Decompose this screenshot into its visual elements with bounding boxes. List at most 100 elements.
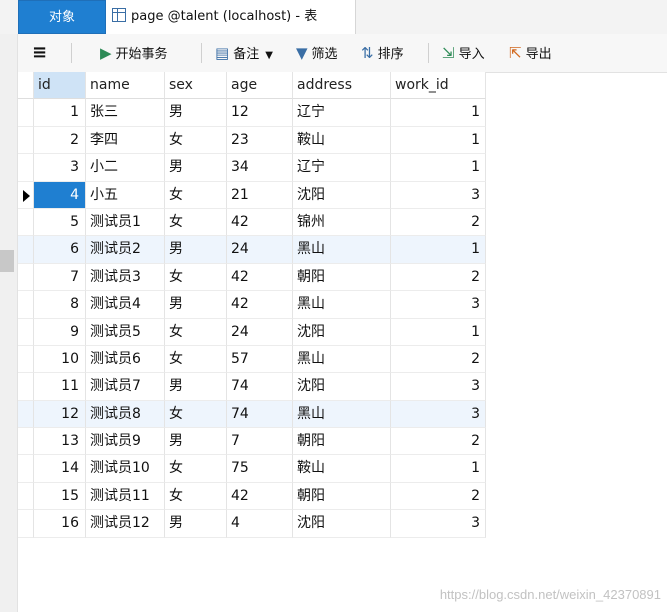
cell-age[interactable]: 42 — [227, 263, 293, 292]
row-indicator[interactable] — [18, 291, 34, 319]
cell-id[interactable]: 3 — [34, 154, 86, 182]
cell-age[interactable]: 23 — [227, 126, 293, 155]
cell-age[interactable]: 4 — [227, 510, 293, 538]
cell-age[interactable]: 7 — [227, 428, 293, 456]
cell-address[interactable]: 黑山 — [293, 345, 391, 374]
column-header-age[interactable]: age — [227, 72, 293, 100]
cell-address[interactable]: 黑山 — [293, 236, 391, 264]
cell-work-id[interactable]: 3 — [391, 510, 486, 538]
cell-name[interactable]: 测试员2 — [86, 236, 165, 264]
row-indicator[interactable] — [18, 455, 34, 483]
cell-address[interactable]: 沈阳 — [293, 373, 391, 401]
cell-sex[interactable]: 女 — [165, 318, 227, 346]
export-button[interactable]: ⇱ 导出 — [509, 34, 552, 72]
cell-id[interactable]: 11 — [34, 373, 86, 401]
row-indicator[interactable] — [18, 510, 34, 538]
cell-age[interactable]: 74 — [227, 400, 293, 429]
cell-address[interactable]: 沈阳 — [293, 181, 391, 209]
cell-name[interactable]: 张三 — [86, 99, 165, 127]
cell-age[interactable]: 24 — [227, 318, 293, 346]
cell-id[interactable]: 4 — [34, 181, 86, 209]
row-indicator[interactable] — [18, 208, 34, 237]
cell-age[interactable]: 42 — [227, 482, 293, 511]
menu-icon[interactable]: ≡ — [32, 34, 47, 72]
cell-age[interactable]: 24 — [227, 236, 293, 264]
row-indicator[interactable] — [18, 318, 34, 346]
row-indicator[interactable] — [18, 154, 34, 182]
cell-id[interactable]: 5 — [34, 208, 86, 237]
cell-id[interactable]: 7 — [34, 263, 86, 292]
cell-name[interactable]: 测试员5 — [86, 318, 165, 346]
cell-id[interactable]: 1 — [34, 99, 86, 127]
cell-sex[interactable]: 女 — [165, 345, 227, 374]
row-indicator[interactable] — [18, 236, 34, 264]
cell-name[interactable]: 测试员12 — [86, 510, 165, 538]
cell-name[interactable]: 测试员11 — [86, 482, 165, 511]
cell-name[interactable]: 小二 — [86, 154, 165, 182]
row-indicator[interactable] — [18, 126, 34, 155]
cell-sex[interactable]: 女 — [165, 455, 227, 483]
cell-sex[interactable]: 男 — [165, 373, 227, 401]
cell-address[interactable]: 鞍山 — [293, 455, 391, 483]
tab-table-page[interactable]: page @talent (localhost) - 表 — [106, 0, 356, 34]
row-indicator[interactable] — [18, 373, 34, 401]
cell-work-id[interactable]: 2 — [391, 208, 486, 237]
cell-sex[interactable]: 女 — [165, 263, 227, 292]
row-indicator[interactable] — [18, 428, 34, 456]
cell-age[interactable]: 34 — [227, 154, 293, 182]
row-indicator[interactable] — [18, 482, 34, 511]
cell-work-id[interactable]: 3 — [391, 373, 486, 401]
cell-address[interactable]: 鞍山 — [293, 126, 391, 155]
cell-work-id[interactable]: 3 — [391, 181, 486, 209]
column-header-sex[interactable]: sex — [165, 72, 227, 100]
cell-name[interactable]: 李四 — [86, 126, 165, 155]
cell-name[interactable]: 测试员1 — [86, 208, 165, 237]
cell-work-id[interactable]: 3 — [391, 291, 486, 319]
cell-address[interactable]: 朝阳 — [293, 428, 391, 456]
cell-name[interactable]: 小五 — [86, 181, 165, 209]
cell-age[interactable]: 42 — [227, 208, 293, 237]
cell-age[interactable]: 74 — [227, 373, 293, 401]
cell-sex[interactable]: 女 — [165, 482, 227, 511]
cell-address[interactable]: 沈阳 — [293, 510, 391, 538]
cell-work-id[interactable]: 3 — [391, 400, 486, 429]
cell-work-id[interactable]: 1 — [391, 455, 486, 483]
note-button[interactable]: ▤ 备注 ▼ — [215, 34, 273, 72]
cell-sex[interactable]: 男 — [165, 154, 227, 182]
cell-age[interactable]: 12 — [227, 99, 293, 127]
sort-button[interactable]: ⇅ 排序 — [361, 34, 404, 72]
cell-name[interactable]: 测试员9 — [86, 428, 165, 456]
cell-work-id[interactable]: 1 — [391, 236, 486, 264]
cell-id[interactable]: 2 — [34, 126, 86, 155]
cell-sex[interactable]: 男 — [165, 510, 227, 538]
cell-work-id[interactable]: 1 — [391, 154, 486, 182]
cell-id[interactable]: 6 — [34, 236, 86, 264]
cell-address[interactable]: 辽宁 — [293, 99, 391, 127]
column-header-work-id[interactable]: work_id — [391, 72, 486, 100]
cell-sex[interactable]: 男 — [165, 99, 227, 127]
cell-id[interactable]: 10 — [34, 345, 86, 374]
cell-work-id[interactable]: 2 — [391, 345, 486, 374]
cell-id[interactable]: 14 — [34, 455, 86, 483]
row-indicator[interactable] — [18, 263, 34, 292]
cell-address[interactable]: 沈阳 — [293, 318, 391, 346]
filter-button[interactable]: ▼ 筛选 — [296, 34, 338, 72]
row-indicator[interactable] — [18, 181, 34, 209]
cell-address[interactable]: 朝阳 — [293, 263, 391, 292]
cell-sex[interactable]: 男 — [165, 236, 227, 264]
cell-work-id[interactable]: 2 — [391, 263, 486, 292]
cell-name[interactable]: 测试员10 — [86, 455, 165, 483]
begin-transaction-button[interactable]: ▶ 开始事务 — [100, 34, 168, 72]
cell-id[interactable]: 12 — [34, 400, 86, 429]
cell-name[interactable]: 测试员8 — [86, 400, 165, 429]
cell-id[interactable]: 8 — [34, 291, 86, 319]
cell-address[interactable]: 黑山 — [293, 291, 391, 319]
cell-id[interactable]: 13 — [34, 428, 86, 456]
cell-work-id[interactable]: 1 — [391, 99, 486, 127]
cell-work-id[interactable]: 2 — [391, 482, 486, 511]
column-header-id[interactable]: id — [34, 72, 86, 100]
cell-work-id[interactable]: 2 — [391, 428, 486, 456]
row-indicator[interactable] — [18, 345, 34, 374]
panel-splitter-handle[interactable] — [0, 250, 14, 272]
cell-sex[interactable]: 男 — [165, 428, 227, 456]
